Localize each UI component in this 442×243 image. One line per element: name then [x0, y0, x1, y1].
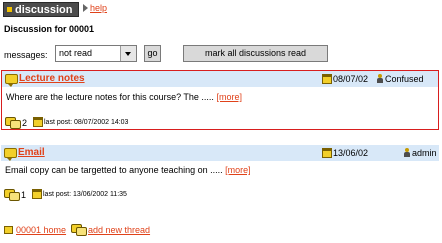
tab-label: discussion	[15, 4, 73, 16]
thread-user: Confused	[385, 74, 424, 84]
add-new-thread-link[interactable]: add new thread	[88, 225, 150, 235]
help-link[interactable]: help	[90, 3, 107, 14]
thread-excerpt-text: Where are the lecture notes for this cou…	[6, 92, 214, 102]
calendar-icon	[322, 74, 332, 84]
reply-count: 2	[22, 118, 28, 128]
mark-all-read-button[interactable]: mark all discussions read	[183, 45, 328, 62]
calendar-icon	[322, 148, 332, 158]
user-icon	[377, 74, 383, 83]
home-icon	[4, 226, 13, 234]
more-link[interactable]: [more]	[216, 92, 242, 102]
messages-select[interactable]: not read	[55, 45, 137, 62]
speech-bubble-icon	[5, 74, 18, 87]
discussion-tab: discussion	[3, 2, 79, 17]
thread-excerpt-text: Email copy can be targetted to anyone te…	[5, 165, 223, 175]
thread-header: Lecture notes 08/07/02 Confused	[2, 71, 438, 87]
replies-icon	[4, 189, 20, 201]
calendar-icon	[33, 117, 43, 127]
thread-item: Lecture notes 08/07/02 Confused Where ar…	[1, 70, 439, 130]
thread-title-link[interactable]: Lecture notes	[19, 73, 85, 85]
tab-marker-icon	[7, 7, 12, 12]
last-post: last post: 13/06/2002 11:35	[43, 191, 127, 198]
thread-header: Email 13/06/02 admin	[1, 145, 439, 161]
more-link[interactable]: [more]	[225, 165, 251, 175]
thread-title-link[interactable]: Email	[18, 147, 45, 159]
thread-excerpt: Where are the lecture notes for this cou…	[6, 92, 242, 102]
thread-excerpt: Email copy can be targetted to anyone te…	[5, 165, 251, 175]
calendar-icon	[32, 189, 42, 199]
messages-label: messages:	[4, 50, 48, 60]
chevron-down-icon[interactable]	[120, 46, 136, 61]
course-home-link[interactable]: 00001 home	[16, 225, 66, 235]
arrow-right-icon	[83, 4, 88, 12]
thread-date: 13/06/02	[333, 148, 369, 158]
page-title: Discussion for 00001	[4, 24, 95, 34]
reply-count: 1	[21, 190, 27, 200]
messages-select-value: not read	[59, 48, 93, 58]
last-post: last post: 08/07/2002 14:03	[44, 119, 129, 126]
thread-user: admin	[412, 148, 437, 158]
thread-item: Email 13/06/02 admin Email copy can be t…	[1, 145, 439, 203]
new-thread-icon	[71, 224, 87, 236]
replies-icon	[5, 117, 21, 129]
thread-date: 08/07/02	[333, 74, 369, 84]
go-button[interactable]: go	[144, 45, 161, 62]
user-icon	[404, 148, 410, 157]
speech-bubble-icon	[4, 148, 17, 161]
